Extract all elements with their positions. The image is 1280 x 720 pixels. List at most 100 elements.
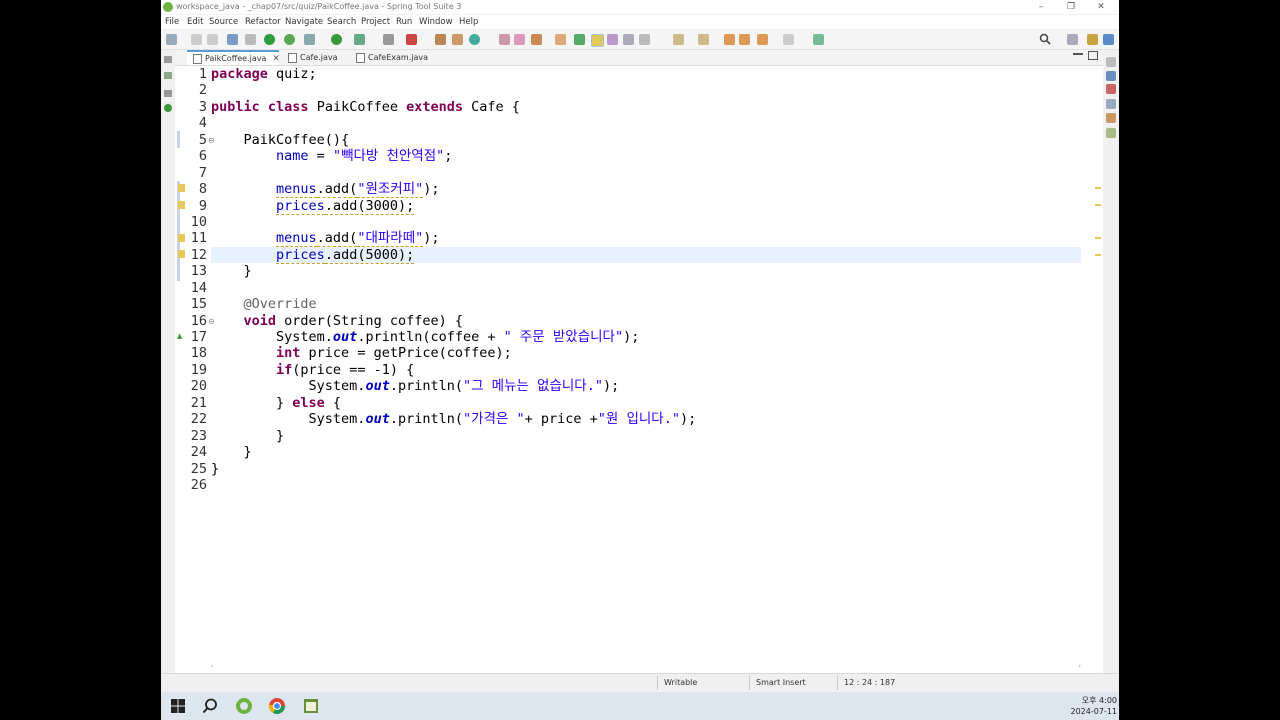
terminal-icon[interactable] [227,34,238,45]
menu-navigate[interactable]: Navigate [285,17,323,27]
package-explorer-icon[interactable] [164,72,172,79]
line-number: 21 [190,394,207,411]
boot-dashboard-icon[interactable] [164,104,172,112]
java-perspective-icon[interactable] [1087,34,1098,45]
outline-icon[interactable] [1106,71,1116,81]
tab-cafeexam[interactable]: CafeExam.java [350,50,430,65]
search-icon[interactable] [1039,33,1051,45]
search-tool-icon[interactable] [531,34,542,45]
taskbar-search-icon[interactable] [201,697,219,715]
menu-help[interactable]: Help [459,17,478,27]
menu-search[interactable]: Search [327,17,356,27]
scroll-right-icon[interactable]: › [1078,662,1081,670]
task-list-icon[interactable] [1106,84,1116,94]
previous-annotation-icon[interactable] [698,34,709,45]
system-clock[interactable]: 오후 4:00 2024-07-11 [1071,695,1118,717]
highlight-icon[interactable] [591,34,604,47]
next-annotation-icon[interactable] [673,34,684,45]
code-editor[interactable]: package quiz; public class PaikCoffee ex… [211,66,1081,493]
console-icon[interactable] [1106,128,1116,138]
last-edit-icon[interactable] [724,34,735,45]
open-perspective-icon[interactable] [1067,34,1078,45]
menu-file[interactable]: File [165,17,179,27]
override-marker-icon: ▲ [177,332,183,340]
annotation-icon[interactable] [555,34,566,45]
line-number: 16 [190,312,207,329]
stop-icon[interactable] [383,34,394,45]
save-all-icon[interactable] [207,34,218,45]
new-class-icon[interactable] [469,34,480,45]
settings-icon[interactable] [304,34,315,45]
overview-warning-marker[interactable] [1095,187,1101,189]
windows-start-icon[interactable] [169,697,187,715]
skip-breakpoints-icon[interactable] [245,34,256,45]
back-history-icon[interactable] [757,34,768,45]
menu-refactor[interactable]: Refactor [245,17,281,27]
restore-icon-2[interactable] [164,90,172,97]
overview-warning-marker[interactable] [1095,237,1101,239]
debug-icon[interactable] [264,34,275,45]
minimize-editor-icon[interactable] [1073,53,1083,55]
restore-icon[interactable] [164,56,172,63]
right-trim [1103,50,1119,690]
restore-button[interactable]: ❐ [1061,1,1081,13]
close-window-button[interactable]: ✕ [1091,1,1111,13]
refresh-icon[interactable] [284,34,295,45]
warning-icon[interactable] [178,234,185,242]
line-number: 9 [198,197,207,214]
external-tools-icon[interactable] [406,34,417,45]
new-icon[interactable] [166,34,177,45]
line-number: 5 [198,131,207,148]
menu-source[interactable]: Source [209,17,238,27]
horizontal-scrollbar[interactable]: ‹ › [211,662,1081,672]
tab-cafe[interactable]: Cafe.java [282,50,342,65]
menu-window[interactable]: Window [419,17,453,27]
close-icon[interactable]: ✕ [272,54,280,64]
run-icon[interactable] [331,34,342,45]
code-line: menus.add("원조커피"); [276,181,440,199]
show-whitespace-icon[interactable] [639,34,650,45]
menu-project[interactable]: Project [361,17,390,27]
chrome-icon[interactable] [268,697,286,715]
warning-icon[interactable] [178,250,185,258]
overview-warning-marker[interactable] [1095,254,1101,256]
word-wrap-icon[interactable] [623,34,634,45]
restore-icon[interactable] [1106,57,1116,67]
code-line: System.out.println("가격은 "+ price +"원 입니다… [211,411,697,428]
new-package-icon[interactable] [452,34,463,45]
scroll-left-icon[interactable]: ‹ [211,662,214,670]
pin-editor-icon[interactable] [813,34,824,45]
minimize-button[interactable]: – [1031,1,1051,13]
clock-time: 오후 4:00 [1081,696,1117,705]
coverage-icon[interactable] [354,34,365,45]
forward-icon[interactable] [783,34,794,45]
line-number: 19 [190,361,207,378]
spring-explorer-icon[interactable] [1106,99,1116,109]
back-icon[interactable] [739,34,750,45]
spring-perspective-icon[interactable] [1103,34,1114,45]
java-file-icon [193,53,202,64]
notepad-icon[interactable] [302,697,320,715]
block-select-icon[interactable] [607,34,618,45]
open-task-icon[interactable] [514,34,525,45]
open-type-icon[interactable] [499,34,510,45]
status-separator [657,676,658,690]
save-icon[interactable] [191,34,202,45]
line-number: 12 [190,246,207,263]
toggle-mark-icon[interactable] [574,34,585,45]
status-insert-mode[interactable]: Smart Insert [756,678,806,687]
tab-paikcoffee[interactable]: PaikCoffee.java ✕ [187,50,280,65]
menu-run[interactable]: Run [396,17,412,27]
problems-icon[interactable] [1106,113,1116,123]
sts-icon[interactable] [235,697,253,715]
left-trim [161,50,175,690]
new-project-icon[interactable] [435,34,446,45]
warning-icon[interactable] [178,201,185,209]
window-title: workspace_java - _chap07/src/quiz/PaikCo… [176,2,462,11]
maximize-editor-icon[interactable] [1088,51,1098,60]
warning-icon[interactable] [178,184,185,192]
menu-edit[interactable]: Edit [187,17,203,27]
overview-warning-marker[interactable] [1095,204,1101,206]
overview-ruler[interactable] [1093,66,1103,661]
line-number: 17 [190,329,207,345]
